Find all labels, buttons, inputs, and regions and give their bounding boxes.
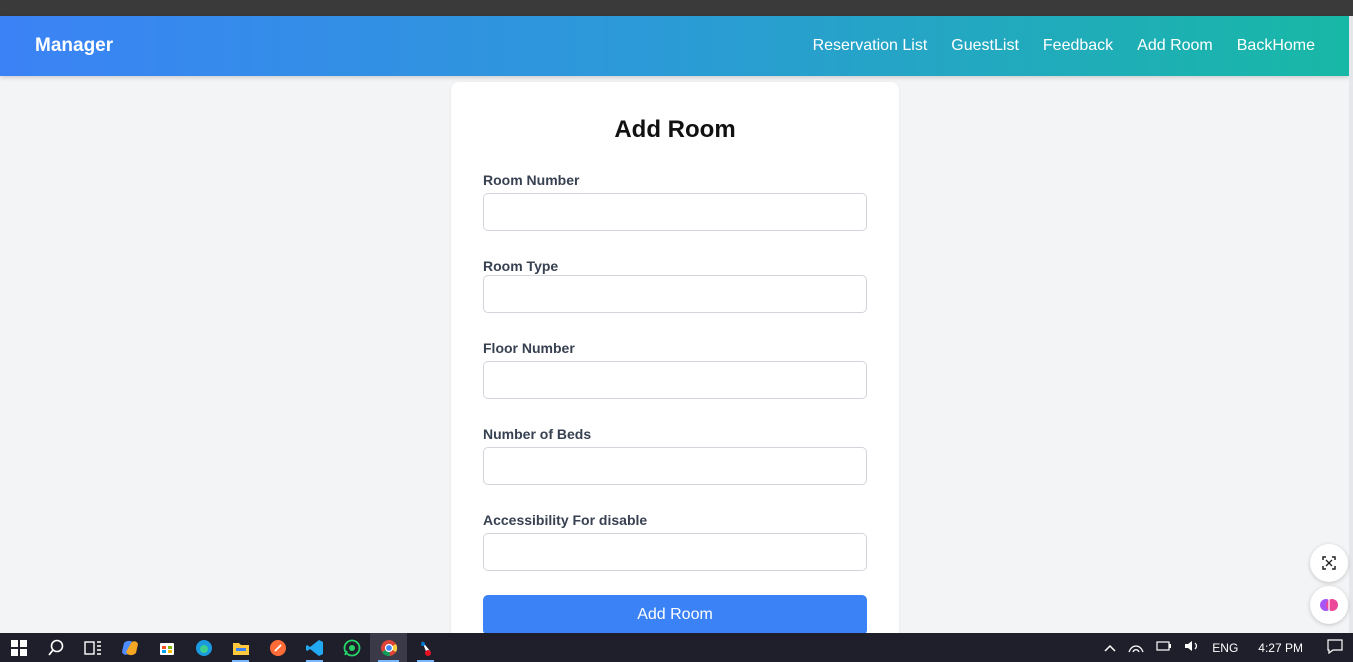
chrome-icon[interactable] [370,633,407,662]
file-explorer-icon[interactable] [222,633,259,662]
nav-link-add-room[interactable]: Add Room [1137,37,1213,55]
add-room-button[interactable]: Add Room [483,595,867,635]
nav-link-backhome[interactable]: BackHome [1237,37,1315,55]
clock[interactable]: 4:27 PM [1258,641,1303,655]
accessibility-label: Accessibility For disable [483,512,648,528]
edge-icon[interactable] [185,633,222,662]
number-of-beds-label: Number of Beds [483,426,592,442]
copilot-icon[interactable] [111,633,148,662]
number-of-beds-input[interactable] [483,447,867,485]
floor-number-label: Floor Number [483,340,575,356]
room-type-input[interactable] [483,275,867,313]
room-number-input[interactable] [483,193,867,231]
nav-link-feedback[interactable]: Feedback [1043,37,1113,55]
vscode-icon[interactable] [296,633,333,662]
battery-icon[interactable] [1156,640,1172,655]
nav-link-guestlist[interactable]: GuestList [951,37,1019,55]
browser-top-strip [0,0,1353,16]
navbar: Manager Reservation List GuestList Feedb… [0,16,1349,76]
notification-icon[interactable] [1327,638,1343,657]
windows-start-icon[interactable] [0,633,37,662]
room-type-label: Room Type [483,258,559,274]
brain-extension-icon[interactable] [1310,586,1348,624]
volume-icon[interactable] [1184,639,1200,656]
windows-taskbar: ENG 4:27 PM [0,633,1353,662]
accessibility-input[interactable] [483,533,867,571]
nav-links: Reservation List GuestList Feedback Add … [813,37,1315,55]
nav-link-reservation-list[interactable]: Reservation List [813,37,928,55]
search-icon[interactable] [37,633,74,662]
paint-icon[interactable] [407,633,444,662]
system-tray: ENG 4:27 PM [1098,633,1353,662]
postman-icon[interactable] [259,633,296,662]
whatsapp-icon[interactable] [333,633,370,662]
add-room-card: Add Room Room Number Room Type Floor Num… [451,82,899,642]
wifi-icon[interactable] [1128,639,1144,656]
language-indicator[interactable]: ENG [1212,641,1238,655]
store-icon[interactable] [148,633,185,662]
page-title: Add Room [614,116,736,143]
screenshot-tool-icon[interactable] [1310,544,1348,582]
page-scrollbar[interactable] [1349,16,1353,633]
room-number-label: Room Number [483,172,580,188]
task-view-icon[interactable] [74,633,111,662]
floor-number-input[interactable] [483,361,867,399]
chevron-up-icon[interactable] [1104,641,1116,655]
brand-title[interactable]: Manager [35,35,113,57]
